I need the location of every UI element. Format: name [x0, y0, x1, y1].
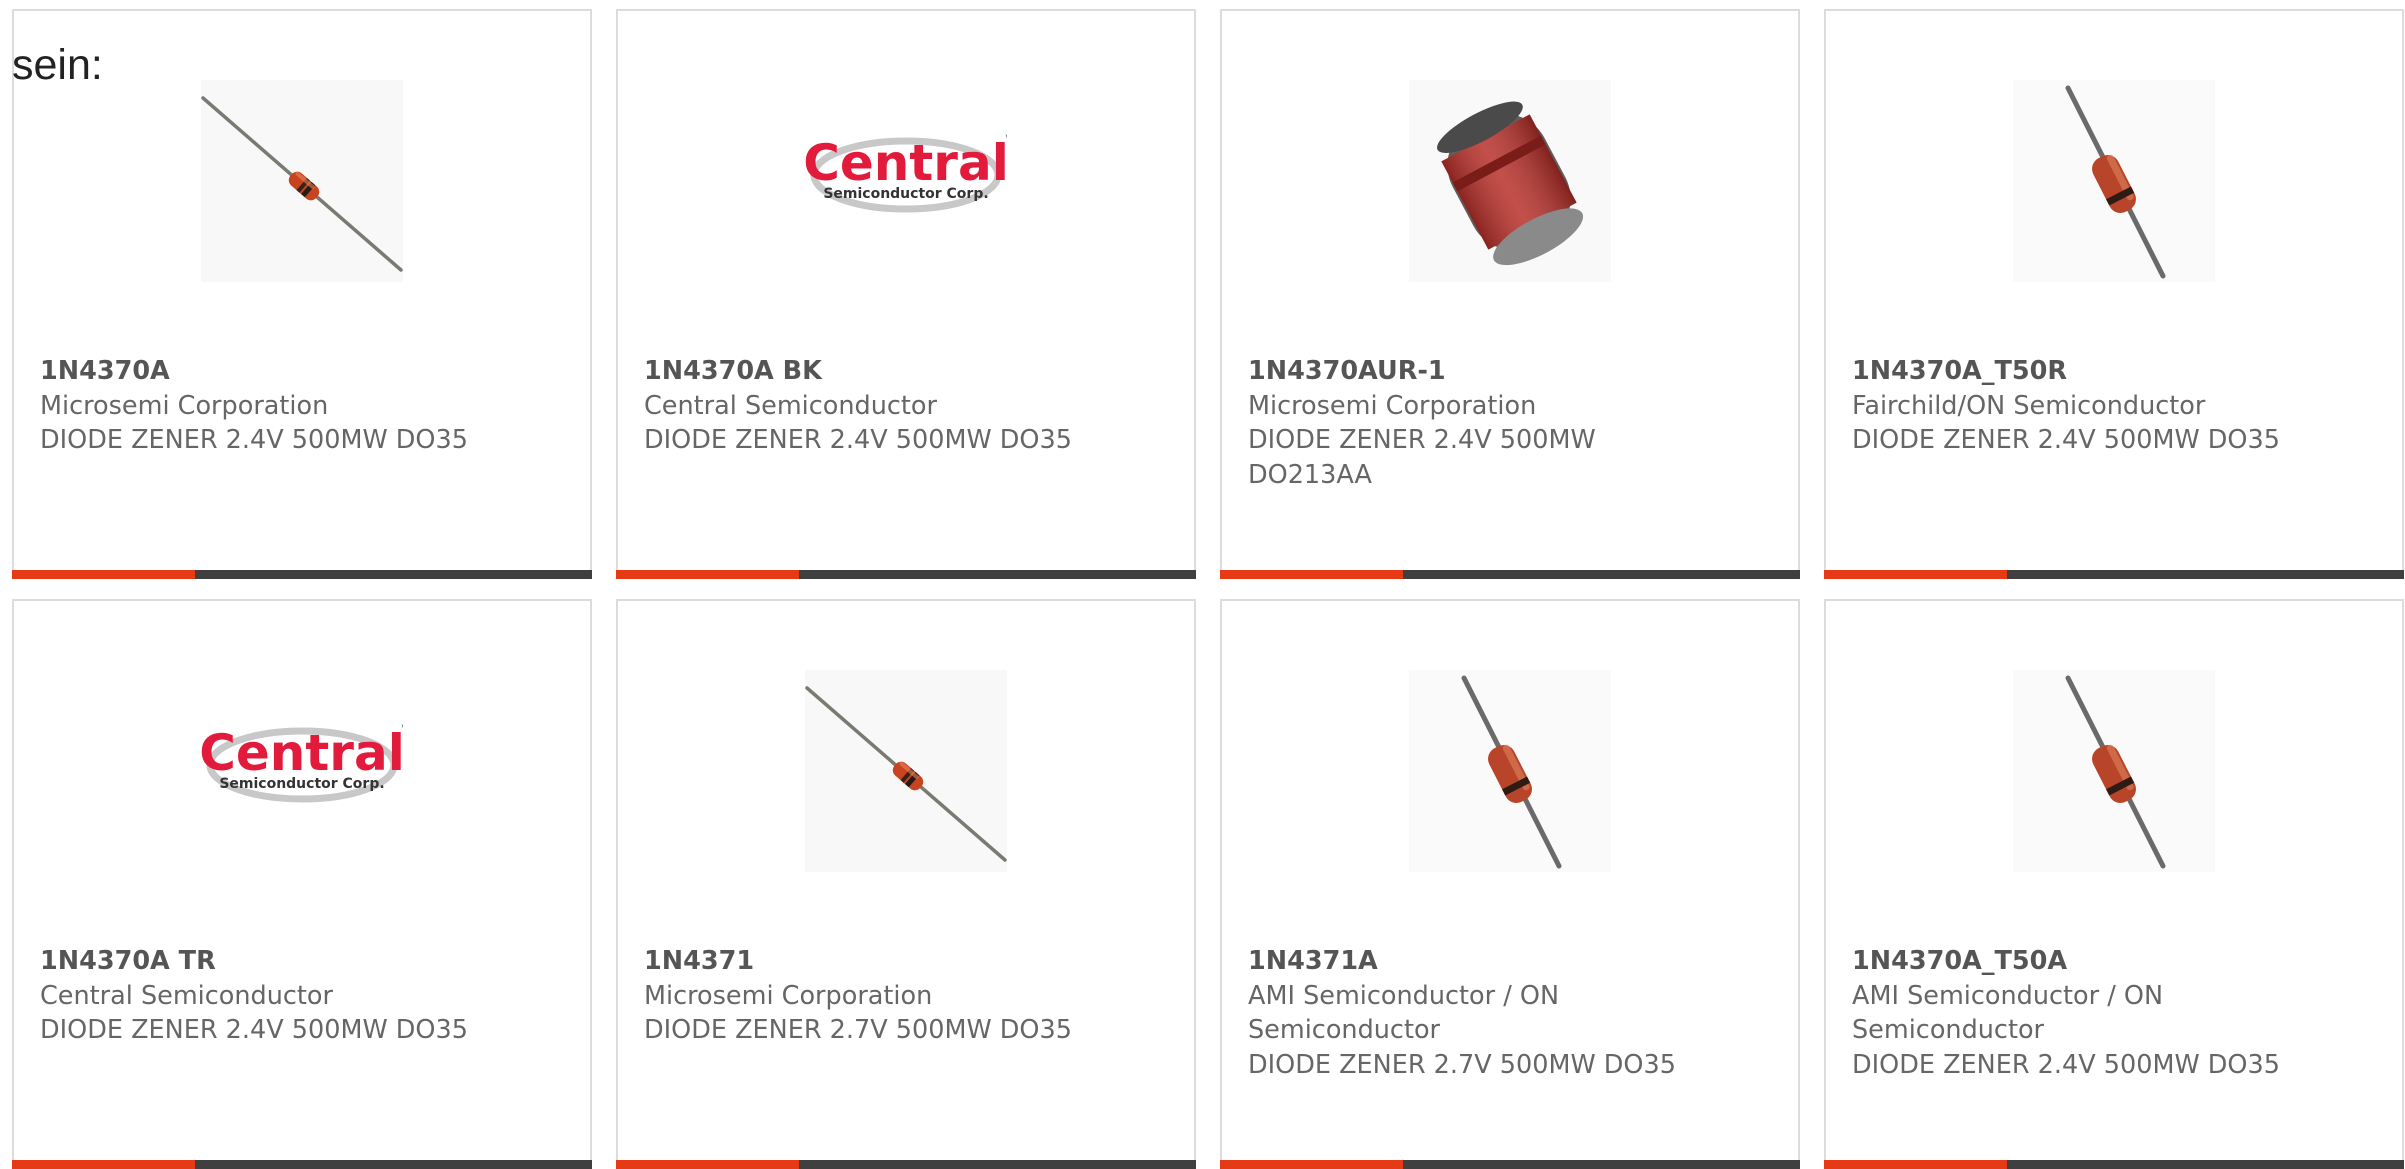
axial-diode-steep-image	[1409, 670, 1611, 872]
logo-tagline-text: Semiconductor Corp.	[823, 186, 988, 202]
logo-brand-text: Central	[201, 724, 403, 782]
part-number-link[interactable]: 1N4370A	[40, 354, 470, 389]
logo-brand-text: Central	[805, 134, 1007, 192]
axial-diode-steep-image	[2013, 80, 2215, 282]
product-card[interactable]: Central ™ Semiconductor Corp. 1N4370A BK…	[616, 9, 1196, 579]
logo-trademark: ™	[1004, 134, 1007, 145]
logo-tagline-text: Semiconductor Corp.	[219, 776, 384, 792]
part-number-link[interactable]: 1N4370A_T50R	[1852, 354, 2282, 389]
card-footer-accent	[1824, 570, 2007, 579]
part-number-link[interactable]: 1N4371A	[1248, 944, 1678, 979]
product-card[interactable]: 1N4370A Microsemi Corporation DIODE ZENE…	[12, 9, 592, 579]
card-footer-accent	[616, 570, 799, 579]
manufacturer-text: Central Semiconductor	[644, 390, 937, 421]
axial-diode-diagonal-image	[805, 670, 1007, 872]
product-card[interactable]: 1N4371A AMI Semiconductor / ON Semicondu…	[1220, 599, 1800, 1169]
part-number-link[interactable]: 1N4370A_T50A	[1852, 944, 2282, 979]
product-grid: 1N4370A Microsemi Corporation DIODE ZENE…	[12, 9, 2404, 1169]
manufacturer-text: Microsemi Corporation	[40, 390, 329, 421]
card-footer-bar	[1824, 570, 2404, 579]
product-card[interactable]: 1N4370A_T50R Fairchild/ON Semiconductor …	[1824, 9, 2404, 579]
manufacturer-text: Microsemi Corporation	[644, 980, 933, 1011]
manufacturer-text: AMI Semiconductor / ON Semiconductor	[1852, 980, 2164, 1046]
description-text: DIODE ZENER 2.7V 500MW DO35	[644, 1015, 1072, 1045]
card-footer-bar	[1220, 1160, 1800, 1169]
part-number-link[interactable]: 1N4370A TR	[40, 944, 470, 979]
product-card[interactable]: Central ™ Semiconductor Corp. 1N4370A TR…	[12, 599, 592, 1169]
card-footer-bar	[1824, 1160, 2404, 1169]
card-footer-accent	[1220, 1160, 1403, 1169]
card-footer-bar	[12, 570, 592, 579]
central-semiconductor-logo: Central ™ Semiconductor Corp.	[201, 670, 403, 872]
description-text: DIODE ZENER 2.4V 500MW DO35	[1852, 1049, 2280, 1080]
description-text: DIODE ZENER 2.4V 500MW DO35	[1852, 425, 2280, 455]
manufacturer-text: Microsemi Corporation	[1248, 390, 1537, 421]
card-footer-bar	[616, 570, 1196, 579]
part-number-link[interactable]: 1N4370AUR-1	[1248, 354, 1678, 389]
product-card[interactable]: 1N4370AUR-1 Microsemi Corporation DIODE …	[1220, 9, 1800, 579]
card-footer-bar	[616, 1160, 1196, 1169]
description-text: DIODE ZENER 2.4V 500MW DO35	[644, 425, 1072, 455]
part-number-link[interactable]: 1N4371	[644, 944, 1074, 979]
card-footer-bar	[1220, 570, 1800, 579]
description-text: DIODE ZENER 2.4V 500MW DO35	[40, 425, 468, 455]
logo-trademark: ™	[400, 724, 403, 735]
axial-diode-steep-image	[2013, 670, 2215, 872]
card-footer-accent	[12, 570, 195, 579]
manufacturer-text: Central Semiconductor	[40, 980, 333, 1011]
intro-text: sein:	[12, 41, 103, 89]
card-footer-accent	[1220, 570, 1403, 579]
manufacturer-text: Fairchild/ON Semiconductor	[1852, 390, 2206, 421]
central-semiconductor-logo: Central ™ Semiconductor Corp.	[805, 80, 1007, 282]
part-number-link[interactable]: 1N4370A BK	[644, 354, 1074, 389]
manufacturer-text: AMI Semiconductor / ON Semiconductor	[1248, 980, 1560, 1046]
description-text: DIODE ZENER 2.4V 500MW DO213AA	[1248, 425, 1596, 490]
axial-diode-diagonal-image	[201, 80, 403, 282]
description-text: DIODE ZENER 2.7V 500MW DO35	[1248, 1049, 1676, 1080]
card-footer-accent	[616, 1160, 799, 1169]
description-text: DIODE ZENER 2.4V 500MW DO35	[40, 1015, 468, 1045]
product-card[interactable]: 1N4370A_T50A AMI Semiconductor / ON Semi…	[1824, 599, 2404, 1169]
melf-diode-image	[1409, 80, 1611, 282]
card-footer-bar	[12, 1160, 592, 1169]
product-card[interactable]: 1N4371 Microsemi Corporation DIODE ZENER…	[616, 599, 1196, 1169]
card-footer-accent	[12, 1160, 195, 1169]
card-footer-accent	[1824, 1160, 2007, 1169]
